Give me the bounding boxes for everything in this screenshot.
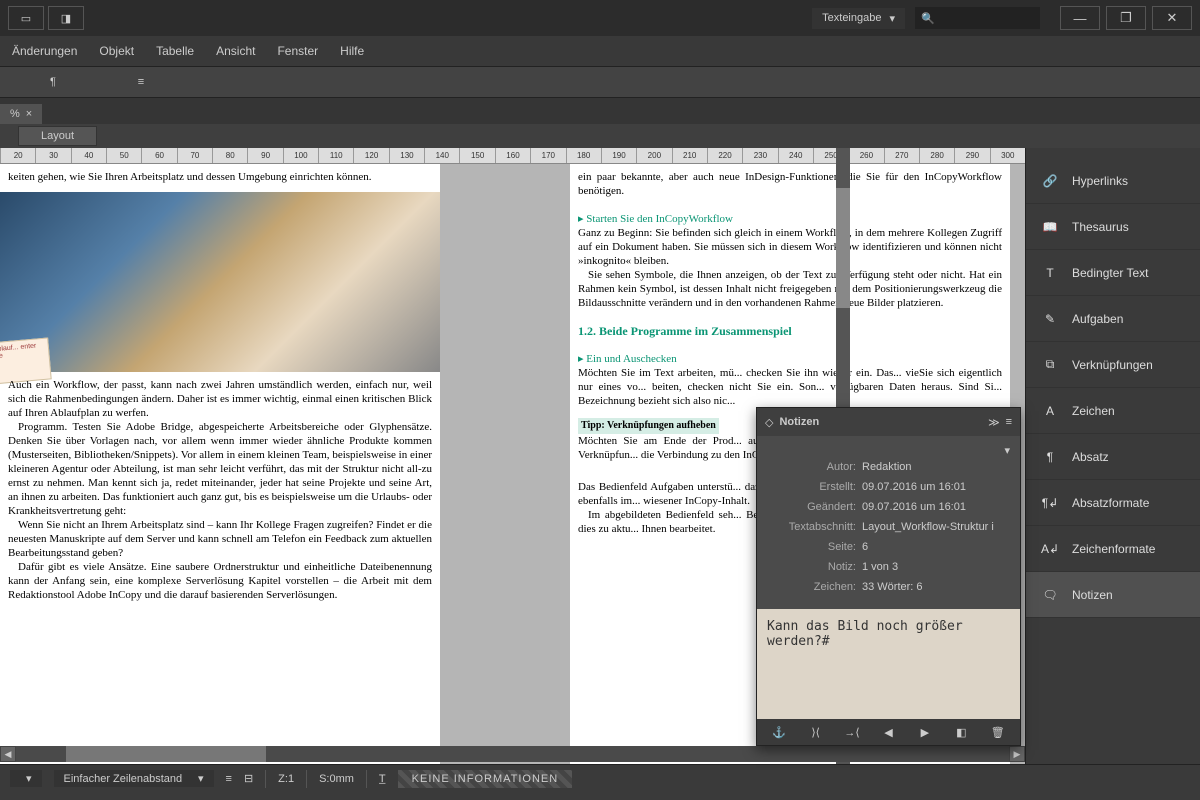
notizen-panel[interactable]: ◇ Notizen ≫ ≡ ▾ Autor:Redaktion Erstellt… <box>756 407 1021 746</box>
chevron-down-icon[interactable]: ▾ <box>1004 444 1010 457</box>
align-icon[interactable]: ≡ <box>226 773 232 785</box>
scroll-right-icon[interactable]: ▶ <box>1009 746 1025 762</box>
search-icon: 🔍 <box>921 12 935 25</box>
text-frame[interactable]: keiten gehen, wie Sie Ihren Arbeitsplatz… <box>0 164 440 192</box>
book-icon: 📖 <box>1040 217 1060 237</box>
panel-zeichen[interactable]: AZeichen <box>1026 388 1200 434</box>
prev-note-icon[interactable]: ◀ <box>878 724 898 740</box>
page-left[interactable]: keiten gehen, wie Sie Ihren Arbeitsplatz… <box>0 164 440 784</box>
anchor-icon[interactable]: ⚓ <box>769 724 789 740</box>
hyperlink-icon: 🔗 <box>1040 171 1060 191</box>
list-icon2[interactable]: ⊟ <box>244 772 253 785</box>
collapse-note-icon[interactable]: ⟩⟨ <box>806 724 826 740</box>
title-bar: ▭ ◨ Texteingabe▾ 🔍 — ❐ ✕ <box>0 0 1200 36</box>
panel-aufgaben[interactable]: ✎Aufgaben <box>1026 296 1200 342</box>
panel-bedingter-text[interactable]: TBedingter Text <box>1026 250 1200 296</box>
right-panel-stack: 🔗Hyperlinks 📖Thesaurus TBedingter Text ✎… <box>1025 148 1200 784</box>
menu-hilfe[interactable]: Hilfe <box>340 44 364 58</box>
horizontal-scrollbar[interactable]: ◀ ▶ <box>0 746 1025 762</box>
new-note-icon[interactable]: ◧ <box>951 724 971 740</box>
next-note-icon[interactable]: ▶ <box>915 724 935 740</box>
tab-bar: % × <box>0 98 1200 124</box>
panel-notizen[interactable]: 🗨Notizen <box>1026 572 1200 618</box>
scroll-left-icon[interactable]: ◀ <box>0 746 16 762</box>
notizen-header[interactable]: ◇ Notizen ≫ ≡ <box>757 408 1020 436</box>
list-icon[interactable]: ≡ <box>132 73 150 91</box>
char-format-icon: A↲ <box>1040 539 1060 559</box>
style-dropdown[interactable]: Einfacher Zeilenabstand▾ <box>54 770 214 787</box>
panel-thesaurus[interactable]: 📖Thesaurus <box>1026 204 1200 250</box>
view-tab-layout[interactable]: Layout <box>18 126 97 146</box>
menu-fenster[interactable]: Fenster <box>277 44 318 58</box>
para-format-icon: ¶↲ <box>1040 493 1060 513</box>
status-bar: ▾ Einfacher Zeilenabstand▾ ≡ ⊟ Z:1 S:0mm… <box>0 764 1200 792</box>
character-icon: A <box>1040 401 1060 421</box>
close-tab-icon[interactable]: × <box>26 108 32 120</box>
convert-icon[interactable]: →⟨ <box>842 724 862 740</box>
menu-icon[interactable]: ≡ <box>1006 416 1012 428</box>
collapse-icon[interactable]: ◇ <box>765 416 773 429</box>
text-icon[interactable]: T̲ <box>379 773 386 785</box>
menu-bar: Änderungen Objekt Tabelle Ansicht Fenste… <box>0 36 1200 66</box>
paragraph-icon: ¶ <box>1040 447 1060 467</box>
no-info-label: KEINE INFORMATIONEN <box>398 770 573 788</box>
paragraph-icon[interactable]: ¶ <box>44 73 62 91</box>
search-input[interactable]: 🔍 <box>915 7 1040 29</box>
conditional-text-icon: T <box>1040 263 1060 283</box>
document-tab[interactable]: % × <box>0 104 42 124</box>
z-field: Z:1 <box>278 773 294 785</box>
panel-absatzformate[interactable]: ¶↲Absatzformate <box>1026 480 1200 526</box>
workspace-dropdown[interactable]: Texteingabe▾ <box>812 8 905 29</box>
delete-note-icon[interactable]: 🗑 <box>988 724 1008 740</box>
menu-objekt[interactable]: Objekt <box>99 44 134 58</box>
panel-verknuepfungen[interactable]: ⧉Verknüpfungen <box>1026 342 1200 388</box>
notizen-footer: ⚓ ⟩⟨ →⟨ ◀ ▶ ◧ 🗑 <box>757 719 1020 745</box>
toolbar: ¶ ≡ <box>0 66 1200 98</box>
zoom-dropdown[interactable]: ▾ <box>10 770 42 787</box>
tasks-icon: ✎ <box>1040 309 1060 329</box>
panel-hyperlinks[interactable]: 🔗Hyperlinks <box>1026 158 1200 204</box>
view-tabs: Layout <box>0 124 1200 148</box>
menu-tabelle[interactable]: Tabelle <box>156 44 194 58</box>
view-mode-icon[interactable]: ▭ <box>8 6 44 30</box>
menu-aenderungen[interactable]: Änderungen <box>12 44 77 58</box>
horizontal-ruler: 2030405060708090100110120130140150160170… <box>0 148 1025 164</box>
links-icon: ⧉ <box>1040 355 1060 375</box>
note-content-textarea[interactable]: Kann das Bild noch größer werden?# <box>757 609 1020 719</box>
s-field: S:0mm <box>319 773 354 785</box>
panel-absatz[interactable]: ¶Absatz <box>1026 434 1200 480</box>
close-button[interactable]: ✕ <box>1152 6 1192 30</box>
text-frame[interactable]: ie Ansätze, alle können passen. Auch ein… <box>0 372 440 608</box>
menu-ansicht[interactable]: Ansicht <box>216 44 255 58</box>
panel-zeichenformate[interactable]: A↲Zeichenformate <box>1026 526 1200 572</box>
image-frame[interactable]: Ablauf... enter die <box>0 192 440 372</box>
minimize-button[interactable]: — <box>1060 6 1100 30</box>
arrange-icon[interactable]: ◨ <box>48 6 84 30</box>
expand-icon[interactable]: ≫ <box>988 416 1000 429</box>
note-icon: 🗨 <box>1040 585 1060 605</box>
maximize-button[interactable]: ❐ <box>1106 6 1146 30</box>
